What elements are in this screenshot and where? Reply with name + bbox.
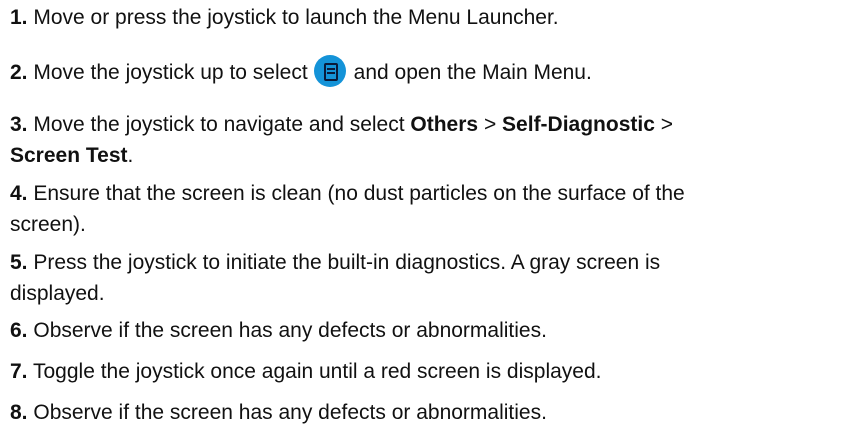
step-4: 4. Ensure that the screen is clean (no d… xyxy=(10,178,835,240)
step-3: 3. Move the joystick to navigate and sel… xyxy=(10,109,835,171)
step-text: Observe if the screen has any defects or… xyxy=(33,319,547,342)
step-text: Ensure that the screen is clean (no dust… xyxy=(33,182,685,205)
step-6: 6. Observe if the screen has any defects… xyxy=(10,315,835,346)
menu-path-screen-test: Screen Test xyxy=(10,144,128,167)
step-number: 5. xyxy=(10,251,28,274)
step-8: 8. Observe if the screen has any defects… xyxy=(10,397,835,428)
step-text-end: . xyxy=(127,144,134,167)
step-text: Move the joystick up to select xyxy=(33,61,308,84)
step-number: 4. xyxy=(10,182,28,205)
step-text: Move the joystick to navigate and select xyxy=(33,113,405,136)
step-number: 1. xyxy=(10,6,28,29)
step-number: 7. xyxy=(10,360,28,383)
step-number: 8. xyxy=(10,401,28,424)
step-text: Press the joystick to initiate the built… xyxy=(33,251,661,274)
menu-path-self-diagnostic: Self-Diagnostic xyxy=(502,113,655,136)
step-text: Toggle the joystick once again until a r… xyxy=(32,360,602,383)
step-text-continued: screen). xyxy=(10,213,86,236)
step-text-after: and open the Main Menu. xyxy=(353,61,592,84)
step-number: 3. xyxy=(10,113,28,136)
main-menu-icon xyxy=(313,55,346,88)
step-text: Move or press the joystick to launch the… xyxy=(33,6,559,29)
step-1: 1. Move or press the joystick to launch … xyxy=(10,2,835,33)
step-number: 2. xyxy=(10,61,28,84)
step-7: 7. Toggle the joystick once again until … xyxy=(10,356,835,387)
menu-path-others: Others xyxy=(410,113,479,136)
step-2: 2. Move the joystick up to select and ope… xyxy=(10,55,835,89)
step-5: 5. Press the joystick to initiate the bu… xyxy=(10,247,835,309)
menu-path-separator: > xyxy=(483,113,497,136)
step-text: Observe if the screen has any defects or… xyxy=(33,401,547,424)
step-number: 6. xyxy=(10,319,28,342)
menu-path-separator: > xyxy=(660,113,674,136)
step-text-continued: displayed. xyxy=(10,282,105,305)
